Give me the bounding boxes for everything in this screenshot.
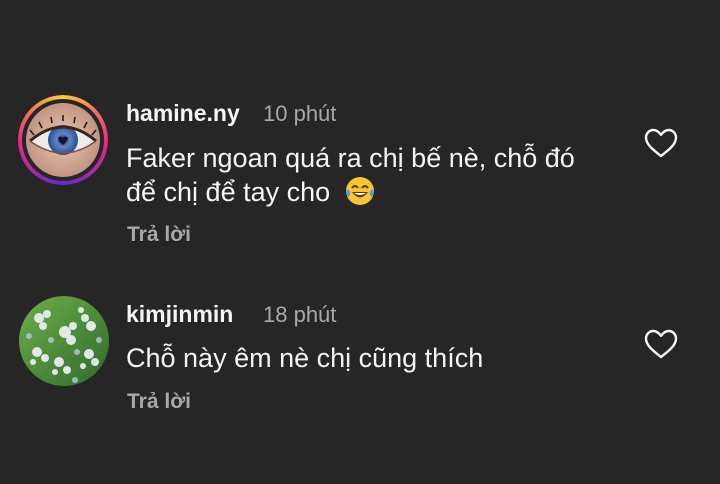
heart-outline-icon[interactable] [644, 128, 678, 158]
comment-text: Chỗ này êm nè chị cũng thích [126, 343, 484, 373]
comment-username[interactable]: kimjinmin [126, 301, 233, 328]
comment-username[interactable]: hamine.ny [126, 100, 240, 127]
reply-button[interactable]: Trả lời [127, 390, 191, 414]
emoji-laughing-icon [344, 175, 376, 207]
comment-timestamp: 18 phút [263, 302, 337, 327]
avatar-flowers-image [19, 296, 109, 386]
comment-text-line: Chỗ này êm nè chị cũng thích [126, 341, 483, 375]
comment-text-line: Faker ngoan quá ra chị bế nè, chỗ đó [126, 141, 575, 175]
avatar[interactable] [18, 95, 108, 185]
comment-text: để chị để tay cho [126, 177, 331, 207]
heart-outline-icon[interactable] [644, 329, 678, 359]
comment-text-line: để chị để tay cho [126, 175, 376, 209]
avatar[interactable] [19, 296, 109, 386]
comment-text: Faker ngoan quá ra chị bế nè, chỗ đó [126, 143, 575, 173]
avatar-eye-image [26, 103, 100, 177]
reply-button[interactable]: Trả lời [127, 223, 191, 247]
comment-timestamp: 10 phút [263, 101, 337, 126]
